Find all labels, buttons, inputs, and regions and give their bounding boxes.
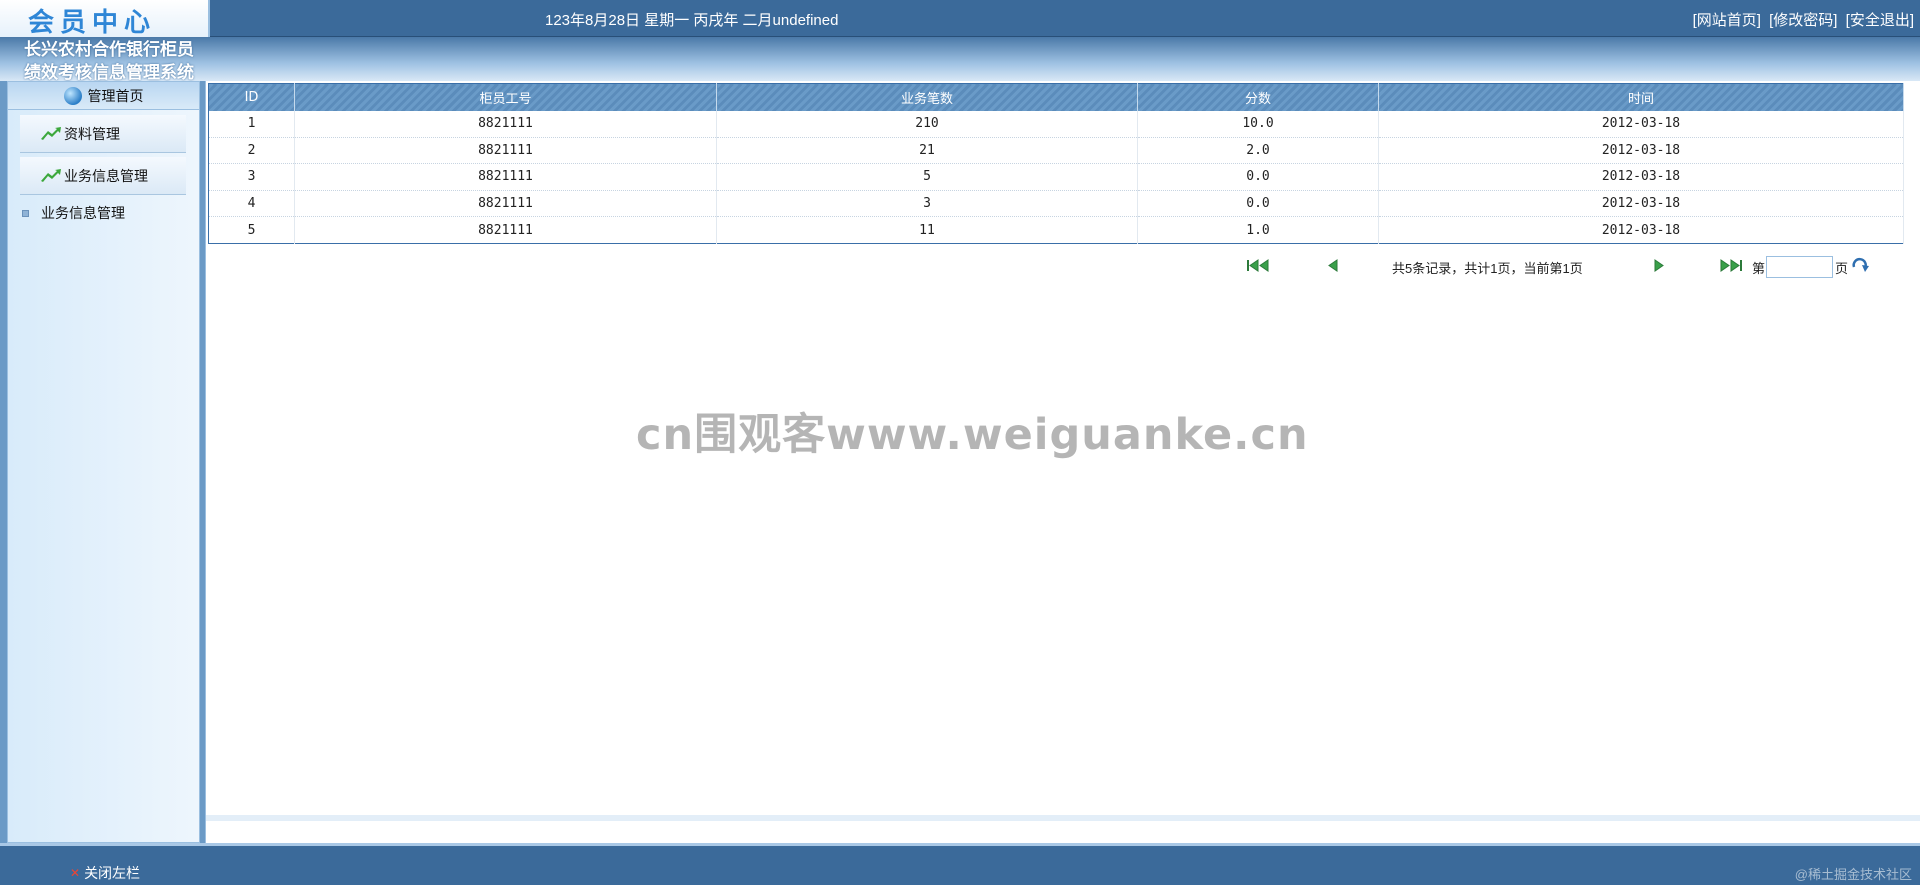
system-title: 长兴农村合作银行柜员绩效考核信息管理系统 — [24, 40, 194, 82]
sidebar-group-profile[interactable]: 资料管理 — [20, 115, 186, 153]
cell-business-count: 11 — [716, 216, 1138, 244]
records-table: ID 柜员工号 业务笔数 分数 时间 1 8821111 210 10.0 20… — [208, 83, 1904, 244]
header-band — [0, 37, 1920, 81]
cell-teller-id: 8821111 — [294, 216, 717, 244]
cell-teller-id: 8821111 — [294, 137, 717, 165]
cell-business-count: 210 — [716, 110, 1138, 138]
last-page-icon[interactable] — [1719, 259, 1743, 272]
table-header-row: ID 柜员工号 业务笔数 分数 时间 — [208, 83, 1904, 111]
cell-time: 2012-03-18 — [1378, 190, 1904, 218]
sidebar-group-business[interactable]: 业务信息管理 — [20, 157, 186, 195]
green-arrow-icon — [41, 168, 61, 182]
cell-business-count: 5 — [716, 163, 1138, 191]
close-left-button[interactable]: ✕ 关闭左栏 — [70, 863, 140, 883]
top-bar: 会员中心 123年8月28日 星期一 丙戌年 二月undefined [网站首页… — [0, 0, 1920, 38]
bullet-icon — [22, 209, 29, 217]
bottom-bar: ✕ 关闭左栏 @稀土掘金技术社区 — [0, 843, 1920, 885]
cell-score: 1.0 — [1137, 216, 1379, 244]
main-content: ID 柜员工号 业务笔数 分数 时间 1 8821111 210 10.0 20… — [205, 81, 1920, 843]
cell-time: 2012-03-18 — [1378, 216, 1904, 244]
cell-business-count: 3 — [716, 190, 1138, 218]
refresh-go-icon[interactable] — [1851, 257, 1871, 273]
cell-score: 0.0 — [1137, 163, 1379, 191]
cell-id: 3 — [208, 163, 295, 191]
date-display: 123年8月28日 星期一 丙戌年 二月undefined — [545, 12, 839, 29]
cell-score: 10.0 — [1137, 110, 1379, 138]
left-sidebar: 管理首页 资料管理 业务信息管理 业务信息管理 — [7, 81, 200, 843]
cell-teller-id: 8821111 — [294, 190, 717, 218]
sidebar-item-label: 业务信息管理 — [41, 205, 125, 221]
cell-id: 1 — [208, 110, 295, 138]
top-links: [网站首页] [修改密码] [安全退出] — [1689, 9, 1914, 30]
cell-teller-id: 8821111 — [294, 163, 717, 191]
watermark-text: cn围观客www.weiguanke.cn — [636, 410, 1309, 460]
sidebar-group-label: 资料管理 — [64, 125, 120, 142]
sidebar-home[interactable]: 管理首页 — [8, 82, 199, 110]
table-row[interactable]: 2 8821111 21 2.0 2012-03-18 — [208, 137, 1904, 165]
column-header-time[interactable]: 时间 — [1378, 83, 1904, 111]
logo-text: 会员中心 — [28, 8, 157, 38]
column-header-teller-id[interactable]: 柜员工号 — [294, 83, 717, 111]
main-bottom-strip — [206, 815, 1920, 821]
column-header-id[interactable]: ID — [208, 83, 295, 111]
cell-id: 2 — [208, 137, 295, 165]
cell-time: 2012-03-18 — [1378, 137, 1904, 165]
logo-tab: 会员中心 — [0, 0, 210, 38]
cell-teller-id: 8821111 — [294, 110, 717, 138]
pagination-info: 共5条记录，共计1页，当前第1页 — [1392, 261, 1583, 276]
corner-watermark: @稀土掘金技术社区 — [1794, 867, 1912, 882]
sidebar-item-business-info[interactable]: 业务信息管理 — [22, 203, 125, 223]
table-row[interactable]: 5 8821111 11 1.0 2012-03-18 — [208, 216, 1904, 244]
cell-business-count: 21 — [716, 137, 1138, 165]
table-row[interactable]: 1 8821111 210 10.0 2012-03-18 — [208, 110, 1904, 138]
cell-time: 2012-03-18 — [1378, 163, 1904, 191]
cell-id: 4 — [208, 190, 295, 218]
close-left-label: 关闭左栏 — [84, 865, 141, 881]
sidebar-home-label: 管理首页 — [87, 87, 144, 104]
page-prefix: 第 — [1752, 261, 1766, 276]
cell-score: 0.0 — [1137, 190, 1379, 218]
next-page-icon[interactable] — [1653, 259, 1665, 272]
first-page-icon[interactable] — [1246, 259, 1270, 272]
cell-id: 5 — [208, 216, 295, 244]
green-arrow-icon — [41, 126, 61, 140]
close-icon: ✕ — [70, 866, 81, 880]
cell-time: 2012-03-18 — [1378, 110, 1904, 138]
column-header-business-count[interactable]: 业务笔数 — [716, 83, 1138, 111]
prev-page-icon[interactable] — [1327, 259, 1339, 272]
page-suffix: 页 — [1835, 261, 1849, 276]
pagination: 共5条记录，共计1页，当前第1页 第 页 — [206, 256, 1920, 278]
column-header-score[interactable]: 分数 — [1137, 83, 1379, 111]
page-number-input[interactable] — [1766, 256, 1833, 278]
change-password-link[interactable]: [修改密码] — [1769, 12, 1837, 29]
cell-score: 2.0 — [1137, 137, 1379, 165]
table-row[interactable]: 4 8821111 3 0.0 2012-03-18 — [208, 190, 1904, 218]
table-row[interactable]: 3 8821111 5 0.0 2012-03-18 — [208, 163, 1904, 191]
sidebar-group-label: 业务信息管理 — [64, 167, 148, 184]
site-home-link[interactable]: [网站首页] — [1693, 12, 1761, 29]
logout-link[interactable]: [安全退出] — [1846, 12, 1914, 29]
globe-icon — [63, 86, 82, 105]
